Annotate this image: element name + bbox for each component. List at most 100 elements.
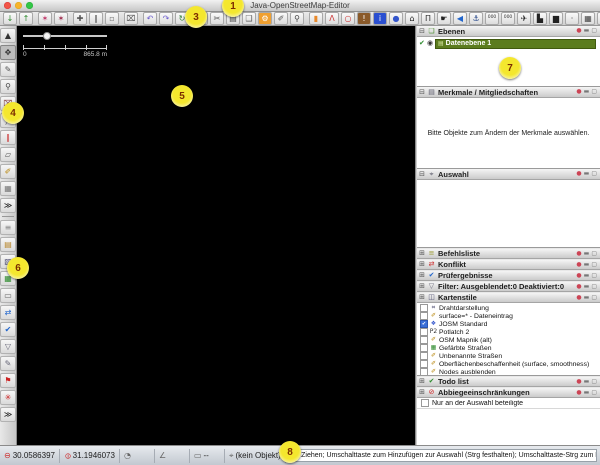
close-window-button[interactable] (4, 2, 11, 9)
preset-ship-button[interactable]: ⚓ (469, 12, 483, 25)
conflict-panel-header[interactable]: ⊞⇄Konflikt●▬▢ (417, 259, 600, 270)
preset-mosque-button[interactable]: ⌂ (405, 12, 419, 25)
expand-icon[interactable]: ⊞ (417, 378, 427, 385)
undo-button[interactable]: ↶ (143, 12, 157, 25)
tags-panel-header[interactable]: ⊟ ▤ Merkmale / Mitgliedschaften ●▬▢ (417, 87, 600, 98)
collapse-icon[interactable]: ⊟ (417, 89, 427, 96)
changeset-panel-toggle[interactable]: ≫ (0, 407, 16, 422)
unglue-tool-button[interactable]: ▦ (0, 181, 16, 196)
stick-pin-button[interactable]: ▬ (584, 89, 590, 95)
mapstyle-row[interactable]: ✐Unbenannte Straßen (417, 352, 600, 360)
relations-panel-toggle[interactable]: ⇄ (0, 305, 16, 320)
notes-panel-toggle[interactable]: ⚑ (0, 373, 16, 388)
map-canvas[interactable]: 0 865.8 m (17, 26, 415, 445)
redo-button[interactable]: ↷ (159, 12, 173, 25)
preset-chart-button[interactable]: ▙ (533, 12, 547, 25)
preset-circle-button[interactable]: ○ (341, 12, 355, 25)
collapse-icon[interactable]: ⊟ (417, 28, 427, 35)
mapstyle-row[interactable]: ✐surface=* - Dateneintrag (417, 312, 600, 320)
mapstyle-checkbox[interactable] (420, 360, 428, 368)
mapstyle-row[interactable]: ✐OSM Mapnik (alt) (417, 336, 600, 344)
preset-digits2-button[interactable]: 000 (501, 12, 515, 25)
sticky-button[interactable]: ● (576, 251, 581, 257)
expand-icon[interactable]: ⊞ (417, 283, 427, 290)
stick-pin-button[interactable]: ▬ (584, 262, 590, 268)
detach-button[interactable]: ▢ (591, 262, 597, 268)
minimize-window-button[interactable] (15, 2, 22, 9)
select-tool-button[interactable]: ✥ (0, 45, 16, 60)
zoom-tool-button[interactable]: ⚲ (0, 79, 16, 94)
stick-pin-button[interactable]: ▬ (584, 295, 590, 301)
zoom-slider-knob[interactable] (43, 32, 51, 40)
mapstyle-row[interactable]: ⌗Drahtdarstellung (417, 304, 600, 312)
merge-nodes-button[interactable]: ✚ (73, 12, 87, 25)
extrude-tool-button[interactable]: ▱ (0, 147, 16, 162)
orthogonalize-button[interactable]: ▫ (105, 12, 119, 25)
collapse-icon[interactable]: ⊟ (417, 171, 427, 178)
follow-line-tool-button[interactable]: ✐ (0, 164, 16, 179)
commandline-panel-toggle[interactable]: ✎ (0, 356, 16, 371)
sticky-button[interactable]: ● (576, 28, 581, 34)
preset-hand-button[interactable]: ☛ (437, 12, 451, 25)
draw-node-tool-button[interactable]: ✎ (0, 62, 16, 77)
sticky-button[interactable]: ● (576, 284, 581, 290)
detach-button[interactable]: ▢ (591, 284, 597, 290)
duplicate-button[interactable]: ❑ (242, 12, 256, 25)
turn-restrictions-panel-header[interactable]: ⊞⊘Abbiegeeinschränkungen●▬▢ (417, 387, 600, 398)
stick-pin-button[interactable]: ▬ (584, 171, 590, 177)
selection-panel-toggle[interactable]: ▭ (0, 288, 16, 303)
stick-pin-button[interactable]: ▬ (584, 379, 590, 385)
preset-digits-button[interactable]: 000 (485, 12, 499, 25)
conflict-panel-toggle[interactable]: ✳ (0, 390, 16, 405)
detach-button[interactable]: ▢ (591, 251, 597, 257)
detach-button[interactable]: ▢ (591, 295, 597, 301)
delete-button[interactable]: ⌧ (124, 12, 138, 25)
mapstyle-checkbox[interactable] (420, 344, 428, 352)
preset-dot-button[interactable]: · (565, 12, 579, 25)
align-nodes-button[interactable]: ∥ (89, 12, 103, 25)
upload-data-button[interactable]: ↑ (19, 12, 33, 25)
detach-button[interactable]: ▢ (591, 28, 597, 34)
expand-icon[interactable]: ⊞ (417, 250, 427, 257)
search-button[interactable]: ⚲ (290, 12, 304, 25)
filter-panel-toggle[interactable]: ▽ (0, 339, 16, 354)
mapstyle-row[interactable]: ✐Oberflächenbeschaffenheit (surface, smo… (417, 360, 600, 368)
download-notes-button[interactable]: ✶ (38, 12, 52, 25)
layers-panel-header[interactable]: ⊟ ❏ Ebenen ●▬▢ (417, 26, 600, 37)
mapstyle-row[interactable]: P2Potlatch 2 (417, 328, 600, 336)
sticky-button[interactable]: ● (576, 273, 581, 279)
command-stack-panel-header[interactable]: ⊞≡Befehlsliste●▬▢ (417, 248, 600, 259)
preset-skyline-button[interactable]: ▆ (549, 12, 563, 25)
detach-button[interactable]: ▢ (591, 379, 597, 385)
mapstyle-checkbox[interactable] (420, 304, 428, 312)
preset-flag-button[interactable]: ▦ (581, 12, 595, 25)
download-along-button[interactable]: ✶ (54, 12, 68, 25)
mapstyle-checkbox[interactable] (420, 312, 428, 320)
map-styles-panel-header[interactable]: ⊞◫Kartenstile●▬▢ (417, 292, 600, 303)
mapstyle-checkbox[interactable] (420, 368, 428, 376)
preferences-button[interactable]: ⚙ (258, 12, 272, 25)
map-tools-button[interactable]: ✐ (274, 12, 288, 25)
preset-info-button[interactable]: i (373, 12, 387, 25)
scroll-up-button[interactable]: ▲ (0, 28, 16, 43)
mapstyle-checkbox[interactable] (420, 328, 428, 336)
only-selection-checkbox[interactable] (421, 399, 429, 407)
layer-visible-check-icon[interactable]: ✔ (419, 40, 427, 47)
detach-button[interactable]: ▢ (591, 171, 597, 177)
mapstyle-checkbox[interactable]: ✔ (420, 320, 428, 328)
preset-globe-button[interactable]: ● (389, 12, 403, 25)
mapstyle-row[interactable]: ✐Nodes ausblenden (417, 368, 600, 376)
sticky-button[interactable]: ● (576, 89, 581, 95)
selected-layer-bar[interactable]: ▤ Datenebene 1 (435, 39, 596, 49)
validator-panel-toggle[interactable]: ✔ (0, 322, 16, 337)
todo-list-panel-header[interactable]: ⊞✔Todo list●▬▢ (417, 376, 600, 387)
mapstyle-checkbox[interactable] (420, 352, 428, 360)
detach-button[interactable]: ▢ (591, 89, 597, 95)
selection-panel-header[interactable]: ⊟ ⌖ Auswahl ●▬▢ (417, 169, 600, 180)
expand-icon[interactable]: ⊞ (417, 272, 427, 279)
layer-eye-icon[interactable]: ◉ (427, 40, 435, 47)
stick-pin-button[interactable]: ▬ (584, 28, 590, 34)
preset-tool-button[interactable]: Λ (325, 12, 339, 25)
cut-button[interactable]: ✂ (210, 12, 224, 25)
expand-icon[interactable]: ⊞ (417, 294, 427, 301)
